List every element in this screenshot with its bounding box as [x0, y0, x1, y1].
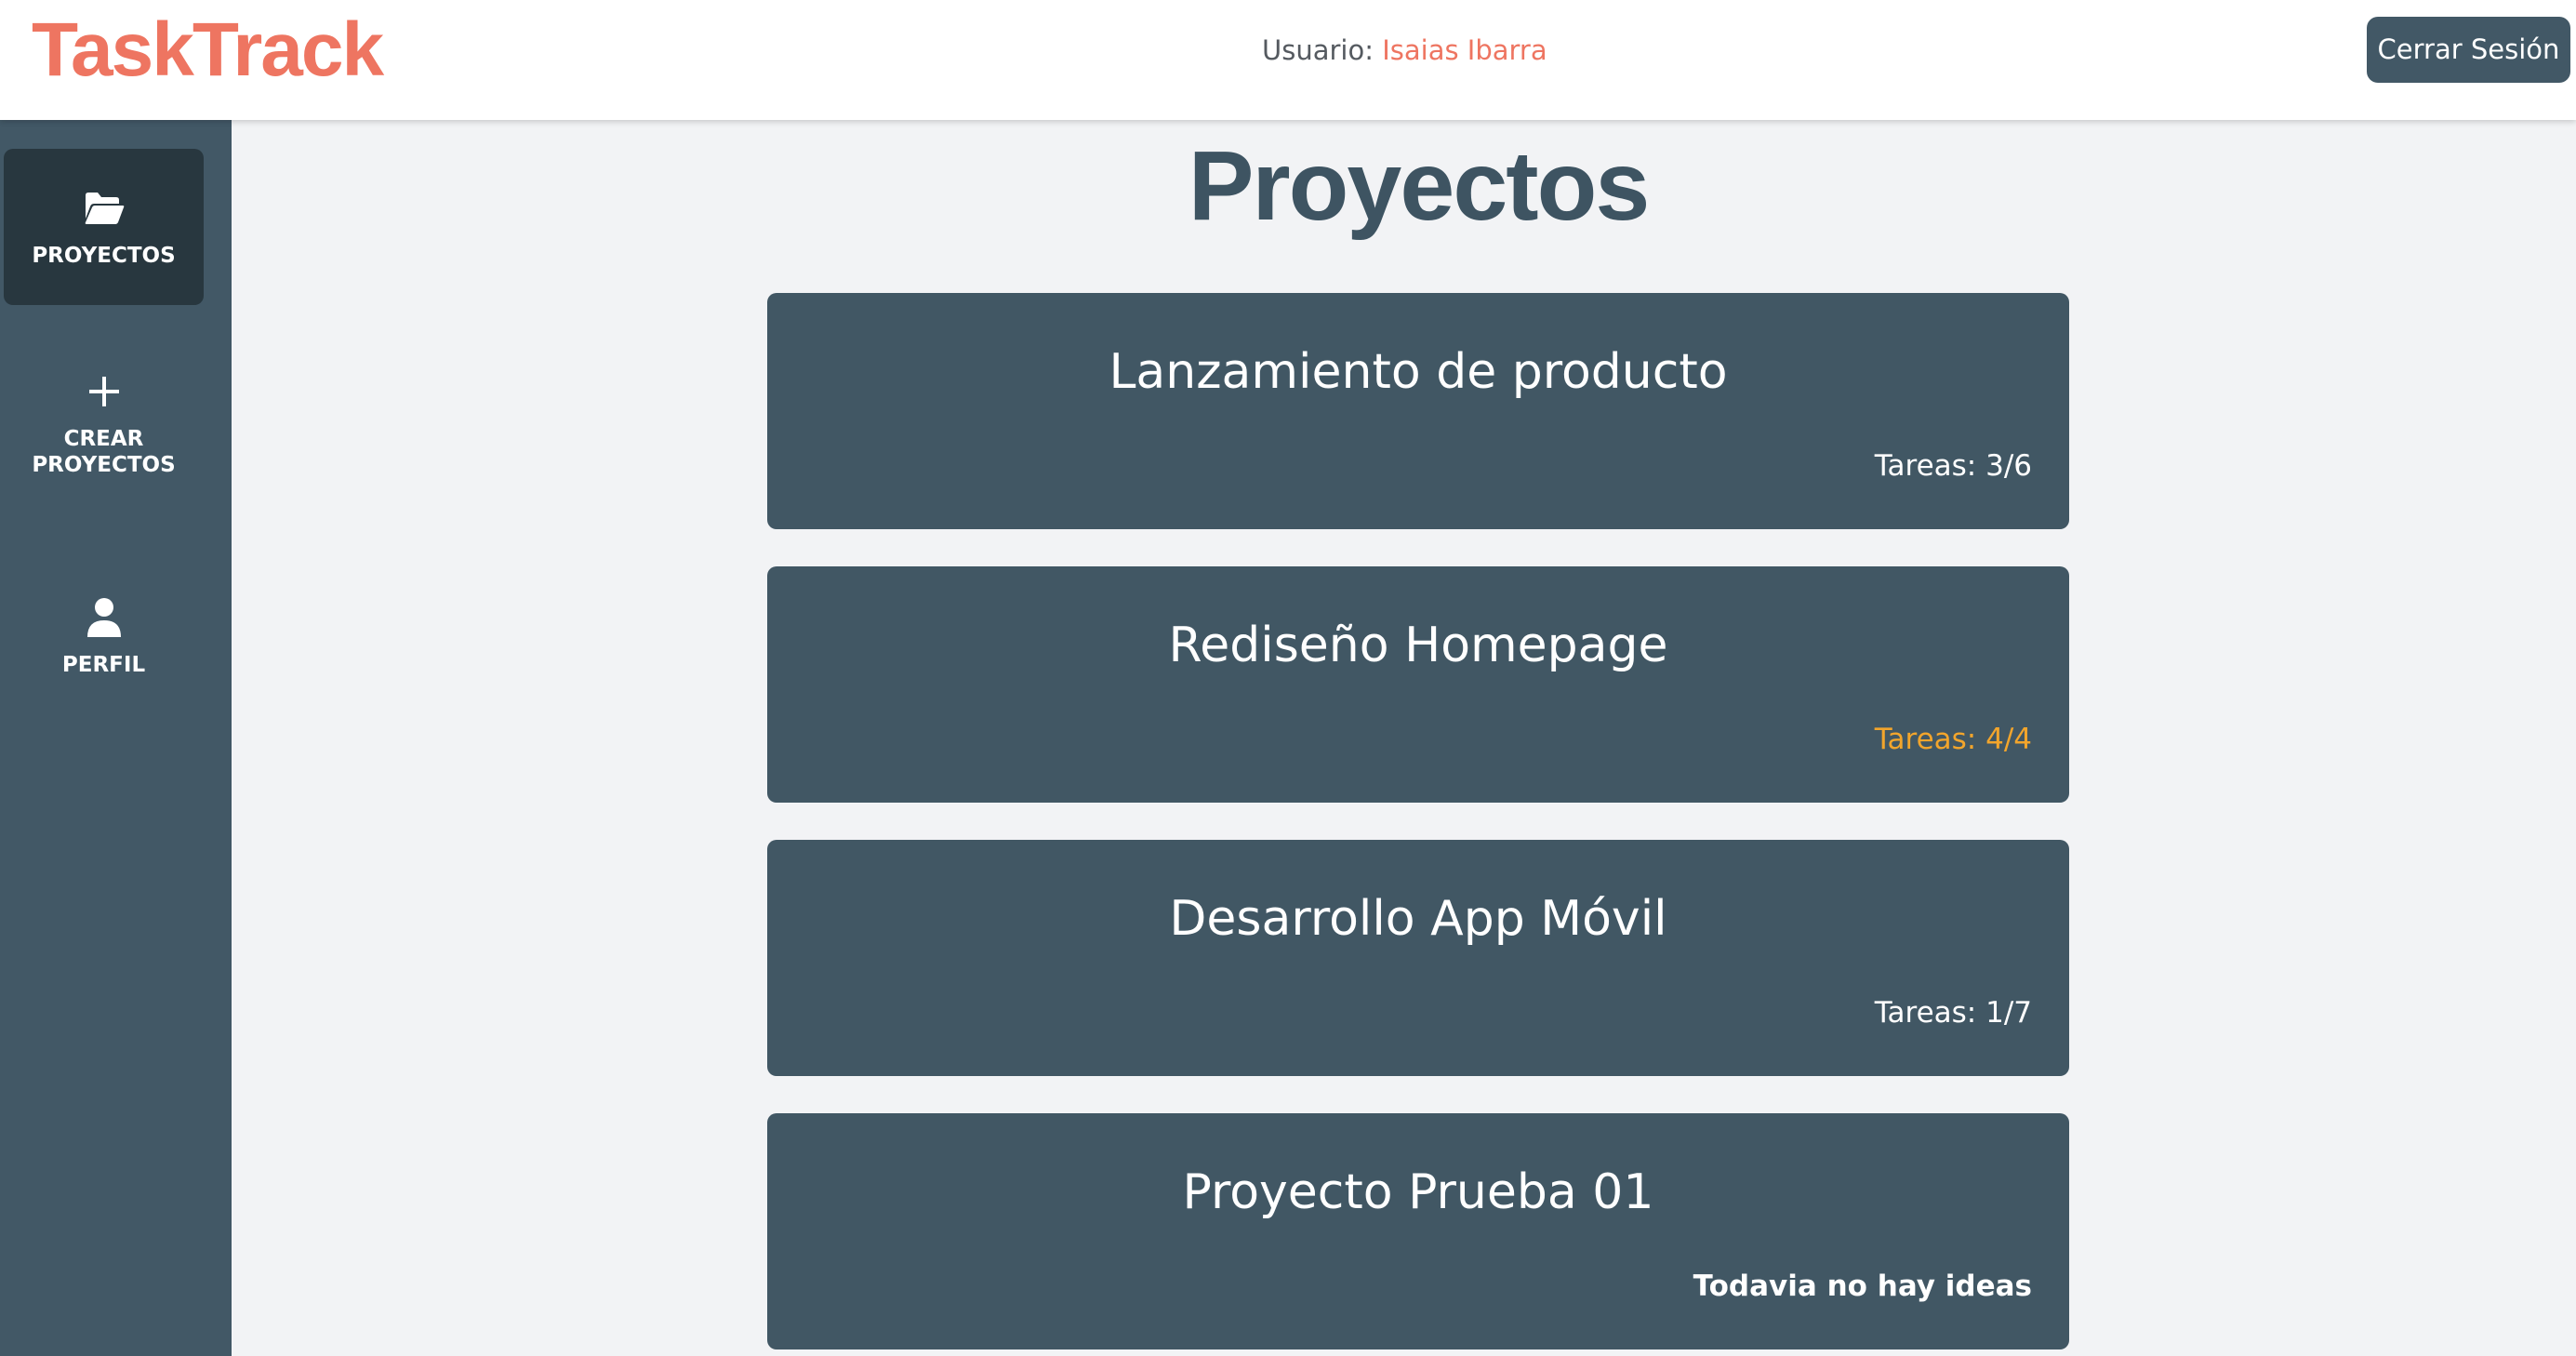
sidebar-item-label: CREAR PROYECTOS: [32, 427, 176, 477]
page-title: Proyectos: [1188, 131, 1651, 241]
sidebar-item-label: PROYECTOS: [32, 244, 176, 268]
sidebar: PROYECTOS CREAR PROYECTOS PERFIL: [0, 120, 232, 1356]
user-label: Usuario:: [1262, 34, 1374, 66]
sidebar-item-crear-proyectos[interactable]: CREAR PROYECTOS: [4, 345, 204, 501]
logout-button[interactable]: Cerrar Sesión: [2367, 17, 2570, 83]
top-header: TaskTrack Usuario: Isaias Ibarra Cerrar …: [0, 0, 2576, 120]
task-count: Tareas: 1/7: [1874, 996, 2032, 1030]
project-title: Proyecto Prueba 01: [1182, 1164, 1654, 1220]
user-info: Usuario: Isaias Ibarra: [1262, 33, 1547, 67]
sidebar-item-label: PERFIL: [61, 653, 146, 677]
user-icon: [81, 594, 127, 641]
project-title: Lanzamiento de producto: [1109, 344, 1728, 400]
task-count: Tareas: 4/4: [1874, 723, 2032, 756]
project-title: Rediseño Homepage: [1168, 618, 1668, 673]
project-title: Desarrollo App Móvil: [1169, 891, 1667, 947]
sidebar-item-proyectos[interactable]: PROYECTOS: [4, 149, 204, 305]
folder-open-icon: [81, 185, 127, 232]
app-logo[interactable]: TaskTrack: [32, 4, 384, 97]
project-card[interactable]: Desarrollo App Móvil Tareas: 1/7: [767, 840, 2069, 1076]
sidebar-item-perfil[interactable]: PERFIL: [4, 558, 204, 714]
user-name: Isaias Ibarra: [1382, 34, 1547, 66]
task-count: Todavia no hay ideas: [1693, 1270, 2032, 1303]
plus-icon: [81, 368, 127, 415]
project-card[interactable]: Rediseño Homepage Tareas: 4/4: [767, 566, 2069, 803]
task-count: Tareas: 3/6: [1874, 449, 2032, 483]
project-card[interactable]: Proyecto Prueba 01 Todavia no hay ideas: [767, 1113, 2069, 1349]
project-card[interactable]: Lanzamiento de producto Tareas: 3/6: [767, 293, 2069, 529]
